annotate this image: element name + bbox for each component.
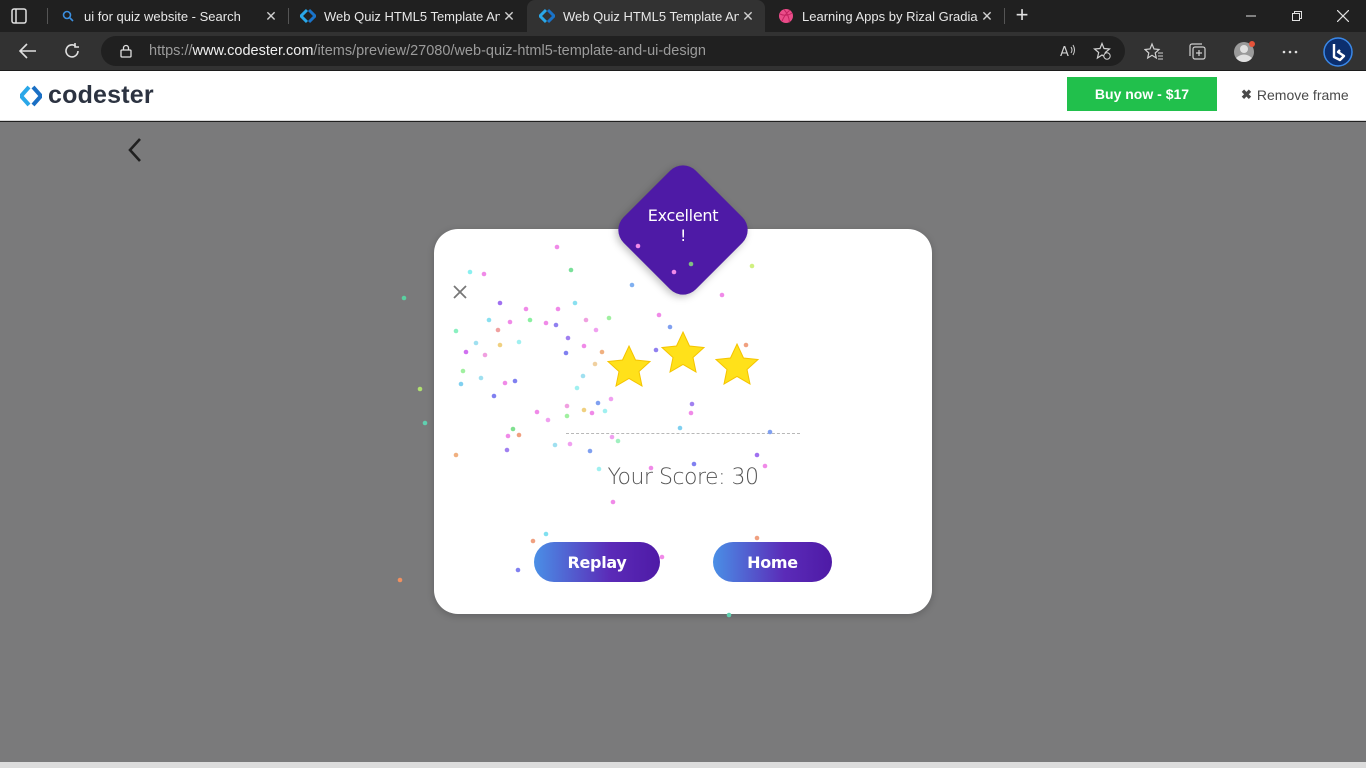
close-icon[interactable] [452, 284, 468, 300]
tab-title: Web Quiz HTML5 Template And UI [324, 8, 500, 24]
tab-close-icon[interactable]: ✕ [500, 8, 518, 25]
more-options-icon[interactable] [1280, 42, 1300, 62]
tab-search[interactable]: ui for quiz website - Search ✕ [48, 0, 288, 32]
codester-header: codester Buy now - $17 ✖ Remove frame [0, 71, 1366, 121]
tab-codester-1[interactable]: Web Quiz HTML5 Template And UI ✕ [288, 0, 526, 32]
codester-logo[interactable]: codester [18, 81, 154, 110]
tab-codester-active[interactable]: Web Quiz HTML5 Template And UI ✕ [527, 0, 765, 32]
remove-frame-label: Remove frame [1256, 87, 1349, 103]
codester-logo-icon [18, 85, 44, 107]
star-icon [714, 342, 760, 385]
address-bar[interactable]: https://www.codester.com/items/preview/2… [101, 36, 1125, 66]
replay-button[interactable]: Replay [534, 542, 660, 582]
add-favorite-icon[interactable] [1093, 41, 1111, 60]
profile-avatar-icon[interactable] [1233, 40, 1257, 64]
tab-close-icon[interactable]: ✕ [739, 8, 757, 25]
tab-dribbble[interactable]: Learning Apps by Rizal Gradian ✕ [766, 0, 1004, 32]
tab-title: Learning Apps by Rizal Gradian [802, 8, 978, 24]
star-icon [606, 344, 652, 387]
read-aloud-icon[interactable]: A [1059, 42, 1077, 60]
back-arrow-icon[interactable] [124, 136, 146, 164]
tab-separator [1004, 8, 1005, 24]
tab-title: ui for quiz website - Search [84, 8, 241, 24]
back-icon[interactable] [14, 38, 42, 64]
browser-tab-strip: ui for quiz website - Search ✕ Web Quiz … [0, 0, 1366, 32]
home-button[interactable]: Home [713, 542, 832, 582]
lock-icon[interactable] [119, 44, 133, 58]
star-icon [660, 330, 706, 373]
url-domain: www.codester.com [192, 43, 314, 59]
badge-exclamation: ! [679, 226, 687, 245]
codester-icon [539, 8, 555, 24]
restore-icon[interactable] [1274, 0, 1320, 32]
dribbble-icon [778, 8, 794, 24]
divider [566, 433, 800, 434]
svg-text:A: A [1060, 45, 1069, 60]
favorites-icon[interactable] [1143, 42, 1164, 62]
score-text: Your Score: 30 [607, 465, 759, 490]
scroll-bar[interactable] [0, 762, 1366, 768]
search-icon [60, 8, 76, 24]
bing-copilot-icon[interactable] [1323, 37, 1353, 67]
url-path: /items/preview/27080/web-quiz-html5-temp… [313, 43, 706, 59]
buy-now-button[interactable]: Buy now - $17 [1067, 77, 1217, 111]
minimize-icon[interactable] [1228, 0, 1274, 32]
new-tab-icon[interactable]: + [1011, 4, 1033, 26]
close-icon: ✖ [1241, 87, 1252, 102]
url-scheme: https:// [149, 43, 193, 59]
codester-icon [300, 8, 316, 24]
rating-stars [606, 330, 760, 387]
browser-toolbar: https://www.codester.com/items/preview/2… [0, 32, 1366, 71]
badge-title: Excellent [647, 206, 719, 225]
refresh-icon[interactable] [58, 38, 86, 64]
collections-icon[interactable] [1188, 42, 1208, 62]
tab-actions-icon[interactable] [10, 7, 28, 25]
tab-close-icon[interactable]: ✕ [262, 8, 280, 25]
close-window-icon[interactable] [1320, 0, 1366, 32]
remove-frame-link[interactable]: ✖ Remove frame [1241, 87, 1349, 103]
result-badge-text: Excellent ! [628, 206, 738, 246]
url-text: https://www.codester.com/items/preview/2… [149, 43, 706, 59]
logo-text: codester [48, 81, 154, 109]
tab-title: Web Quiz HTML5 Template And UI [563, 8, 739, 24]
tab-close-icon[interactable]: ✕ [978, 8, 996, 25]
